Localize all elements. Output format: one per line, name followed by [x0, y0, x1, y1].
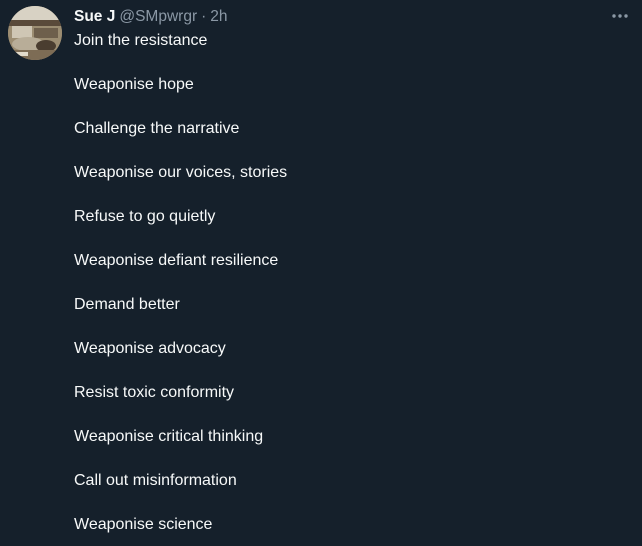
profile-photo-image — [8, 6, 62, 60]
tweet-line: Weaponise hope — [74, 76, 194, 93]
tweet-line: Weaponise our voices, stories — [74, 164, 288, 181]
tweet-line: Weaponise critical thinking — [74, 428, 264, 445]
header-separator: · — [201, 8, 207, 25]
tweet-line: Weaponise advocacy — [74, 340, 226, 357]
tweet-line: Refuse to go quietly — [74, 208, 216, 225]
more-options-button[interactable] — [608, 6, 632, 26]
tweet-line: Weaponise science — [74, 516, 213, 533]
tweet-line: Demand better — [74, 296, 180, 313]
tweet-line: Weaponise defiant resilience — [74, 252, 279, 269]
tweet-header: Sue J @SMpwrgr · 2h — [74, 8, 228, 28]
tweet-card[interactable]: Sue J @SMpwrgr · 2h Join the resistance … — [0, 0, 642, 546]
author-handle[interactable]: @SMpwrgr — [119, 8, 197, 26]
tweet-line: Call out misinformation — [74, 472, 237, 489]
tweet-line: Challenge the narrative — [74, 120, 240, 137]
tweet-text: Join the resistance Weaponise hope Chall… — [74, 31, 287, 546]
tweet-timestamp[interactable]: 2h — [210, 8, 227, 26]
tweet-line: Resist toxic conformity — [74, 384, 235, 401]
tweet-line: Join the resistance — [74, 32, 208, 49]
avatar[interactable] — [8, 6, 62, 60]
author-name[interactable]: Sue J — [74, 8, 115, 26]
more-horizontal-icon — [612, 14, 628, 18]
